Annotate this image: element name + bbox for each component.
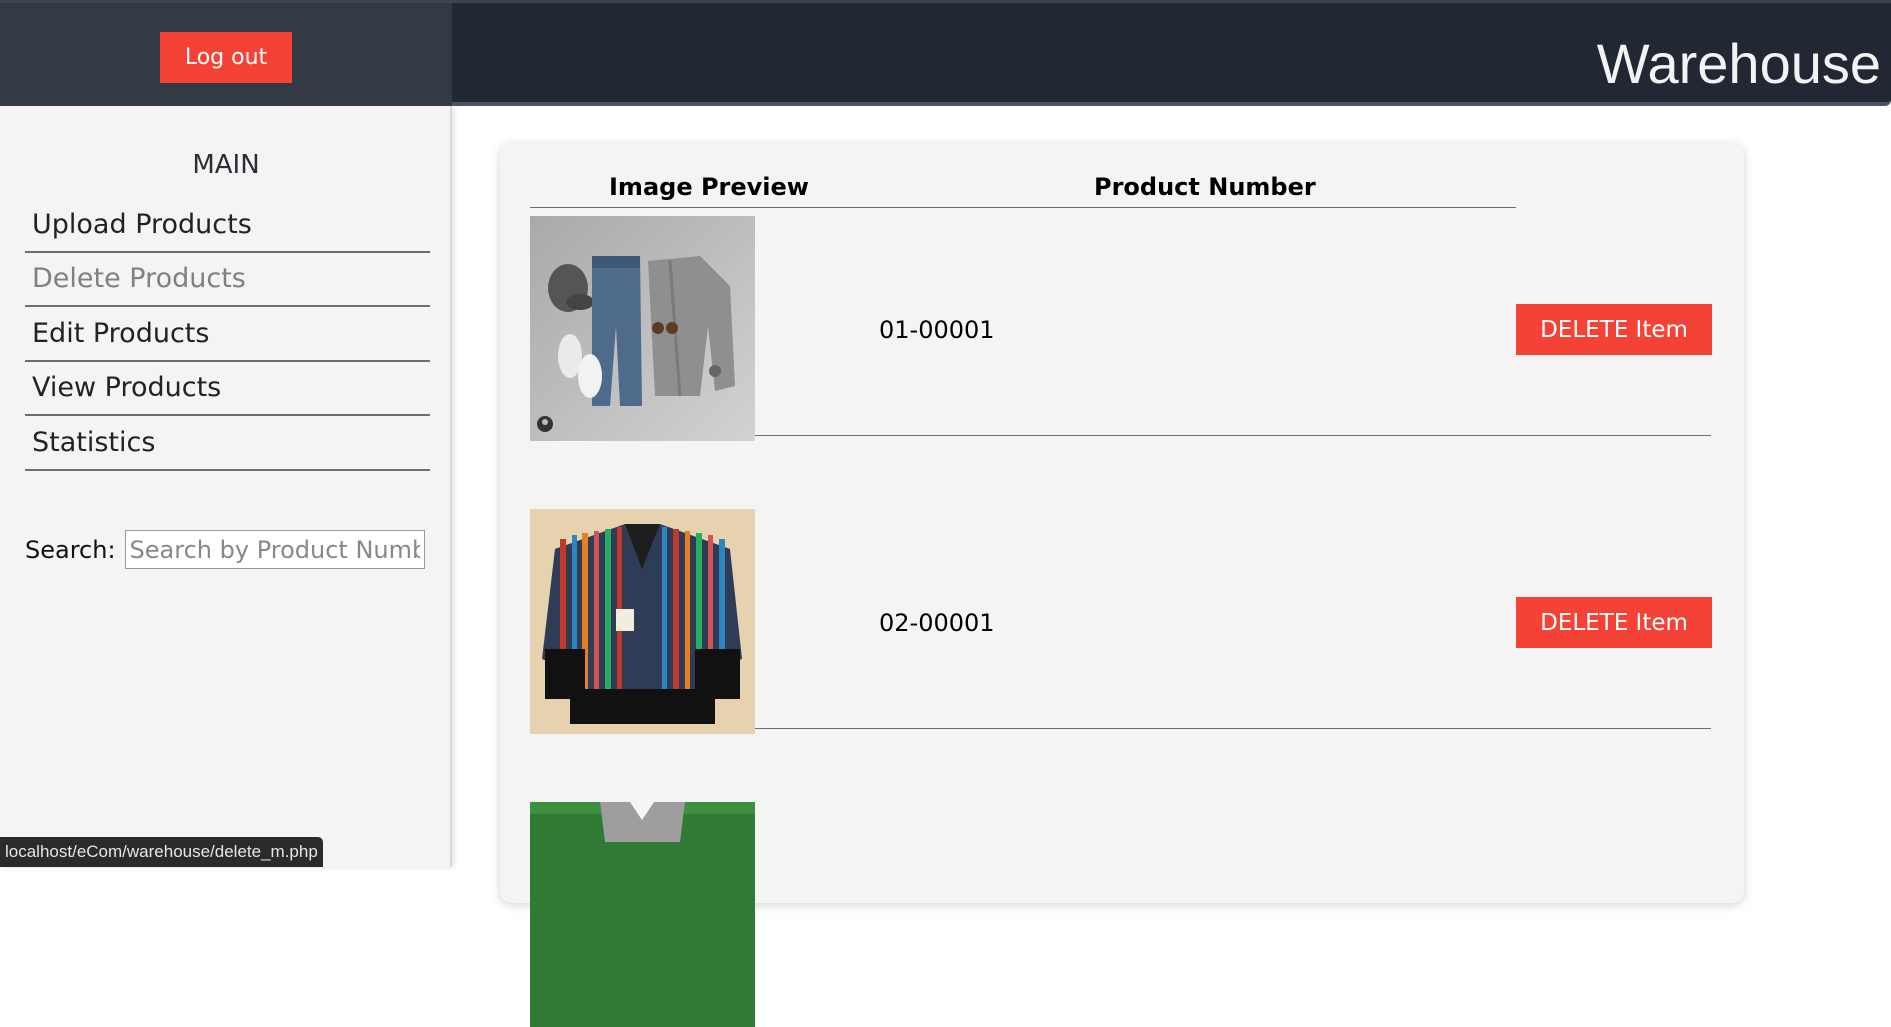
table-row (530, 795, 1711, 1027)
sidebar-title: MAIN (192, 150, 260, 180)
search-row: Search: (25, 530, 425, 569)
sidebar-item-edit-products[interactable]: Edit Products (25, 307, 430, 362)
sidebar-item-statistics[interactable]: Statistics (25, 416, 430, 471)
products-card: Image Preview Product Number 01-00001 DE… (500, 143, 1744, 1027)
outfit-flatlay-image (530, 216, 755, 441)
product-image-preview (530, 802, 755, 1027)
sidebar: MAIN Upload Products Delete Products Edi… (0, 106, 452, 867)
search-input[interactable] (124, 530, 425, 569)
shirt-on-grass-image (530, 802, 755, 1027)
brand-title: Warehouse (1596, 32, 1881, 95)
product-image-preview (530, 216, 755, 441)
header-left-panel: Log out (0, 3, 452, 106)
table-row: 02-00001 DELETE Item (530, 502, 1712, 734)
top-header: Log out Warehouse (0, 0, 1891, 106)
search-label: Search: (25, 535, 116, 564)
sidebar-nav: Upload Products Delete Products Edit Pro… (25, 198, 430, 471)
sidebar-item-upload-products[interactable]: Upload Products (25, 198, 430, 253)
table-header: Image Preview Product Number (530, 173, 1516, 208)
column-header-product-number: Product Number (1094, 173, 1316, 201)
product-number: 01-00001 (879, 316, 995, 344)
product-image-preview (530, 509, 755, 734)
delete-item-button[interactable]: DELETE Item (1516, 304, 1712, 355)
table-row: 01-00001 DELETE Item (530, 209, 1712, 441)
sidebar-item-delete-products[interactable]: Delete Products (25, 253, 430, 307)
status-bar-url: localhost/eCom/warehouse/delete_m.php (0, 837, 323, 867)
product-number: 02-00001 (879, 609, 995, 637)
delete-item-button[interactable]: DELETE Item (1516, 597, 1712, 648)
sidebar-item-view-products[interactable]: View Products (25, 362, 430, 416)
column-header-image-preview: Image Preview (609, 173, 809, 201)
striped-jacket-image (530, 509, 755, 734)
logout-button[interactable]: Log out (160, 32, 292, 83)
